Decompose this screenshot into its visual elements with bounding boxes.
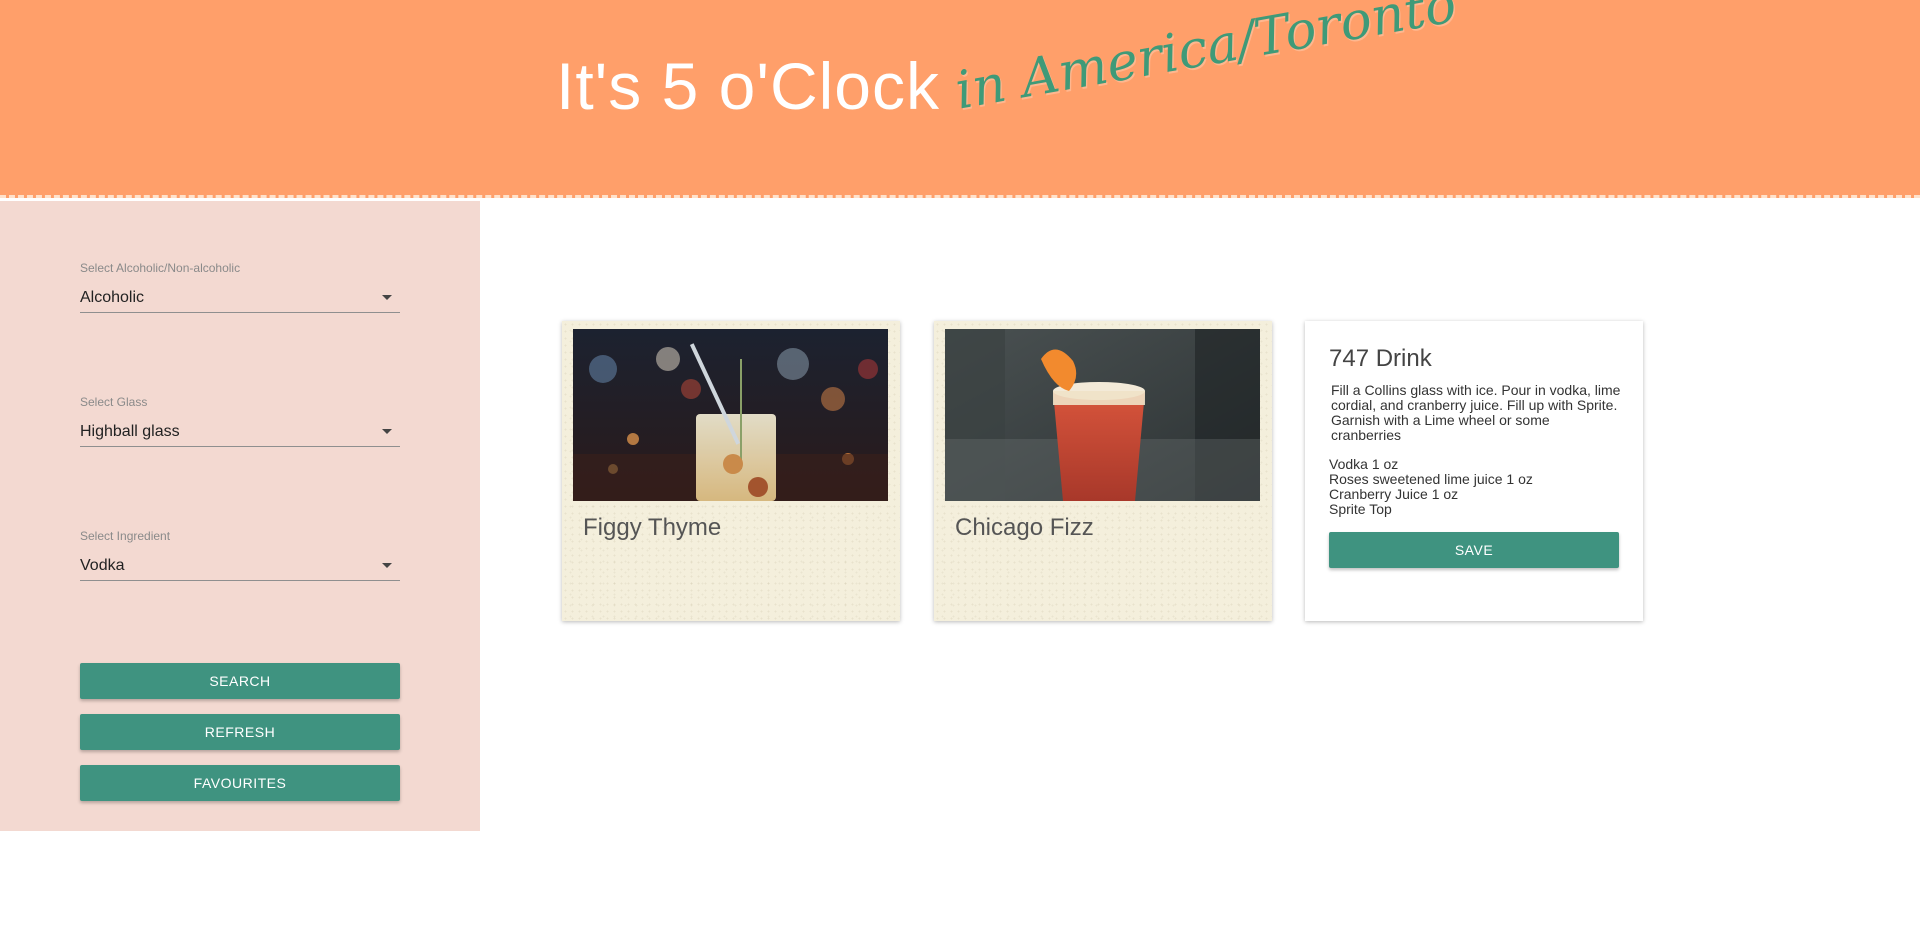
page-header: It's 5 o'Clock in America/Toronto (0, 0, 1920, 198)
glass-filter-label: Select Glass (80, 395, 148, 409)
timezone-subtitle: in America/Toronto (950, 0, 1461, 122)
save-button[interactable]: SAVE (1329, 532, 1619, 568)
drink-card[interactable]: Chicago Fizz (934, 321, 1272, 621)
ingredient-filter-label: Select Ingredient (80, 529, 171, 543)
drink-detail-card: 747 Drink Fill a Collins glass with ice.… (1305, 321, 1643, 621)
alcoholic-select[interactable]: Alcoholic (80, 283, 400, 313)
alcoholic-select-value: Alcoholic (80, 288, 145, 306)
glass-select-value: Highball glass (80, 422, 180, 440)
ingredient-item: Vodka 1 oz (1329, 456, 1399, 472)
ingredient-item: Cranberry Juice 1 oz (1329, 486, 1459, 502)
alcoholic-filter-label: Select Alcoholic/Non-alcoholic (80, 261, 241, 275)
drink-name: Chicago Fizz (955, 514, 1094, 541)
drink-photo (573, 329, 888, 501)
ingredient-filter: Select Ingredient Vodka (80, 529, 400, 581)
filter-sidebar: Select Alcoholic/Non-alcoholic Alcoholic… (0, 201, 480, 831)
dropdown-arrow-icon (382, 563, 392, 568)
ingredient-item: Sprite Top (1329, 501, 1392, 517)
dropdown-arrow-icon (382, 295, 392, 300)
ingredient-select[interactable]: Vodka (80, 551, 400, 581)
alcoholic-filter: Select Alcoholic/Non-alcoholic Alcoholic (80, 261, 400, 313)
drink-photo (945, 329, 1260, 501)
drink-card[interactable]: Figgy Thyme (562, 321, 900, 621)
glass-select[interactable]: Highball glass (80, 417, 400, 447)
drink-name: Figgy Thyme (583, 514, 722, 541)
search-button[interactable]: SEARCH (80, 663, 400, 699)
dropdown-arrow-icon (382, 429, 392, 434)
page-title: It's 5 o'Clock (556, 49, 940, 123)
favourites-button[interactable]: FAVOURITES (80, 765, 400, 801)
ingredient-list: Vodka 1 oz Roses sweetened lime juice 1 … (1329, 457, 1533, 517)
drink-instructions: Fill a Collins glass with ice. Pour in v… (1331, 382, 1621, 443)
ingredient-item: Roses sweetened lime juice 1 oz (1329, 471, 1533, 487)
glass-filter: Select Glass Highball glass (80, 395, 400, 447)
drink-detail-title: 747 Drink (1329, 345, 1432, 372)
ingredient-select-value: Vodka (80, 556, 125, 574)
refresh-button[interactable]: REFRESH (80, 714, 400, 750)
